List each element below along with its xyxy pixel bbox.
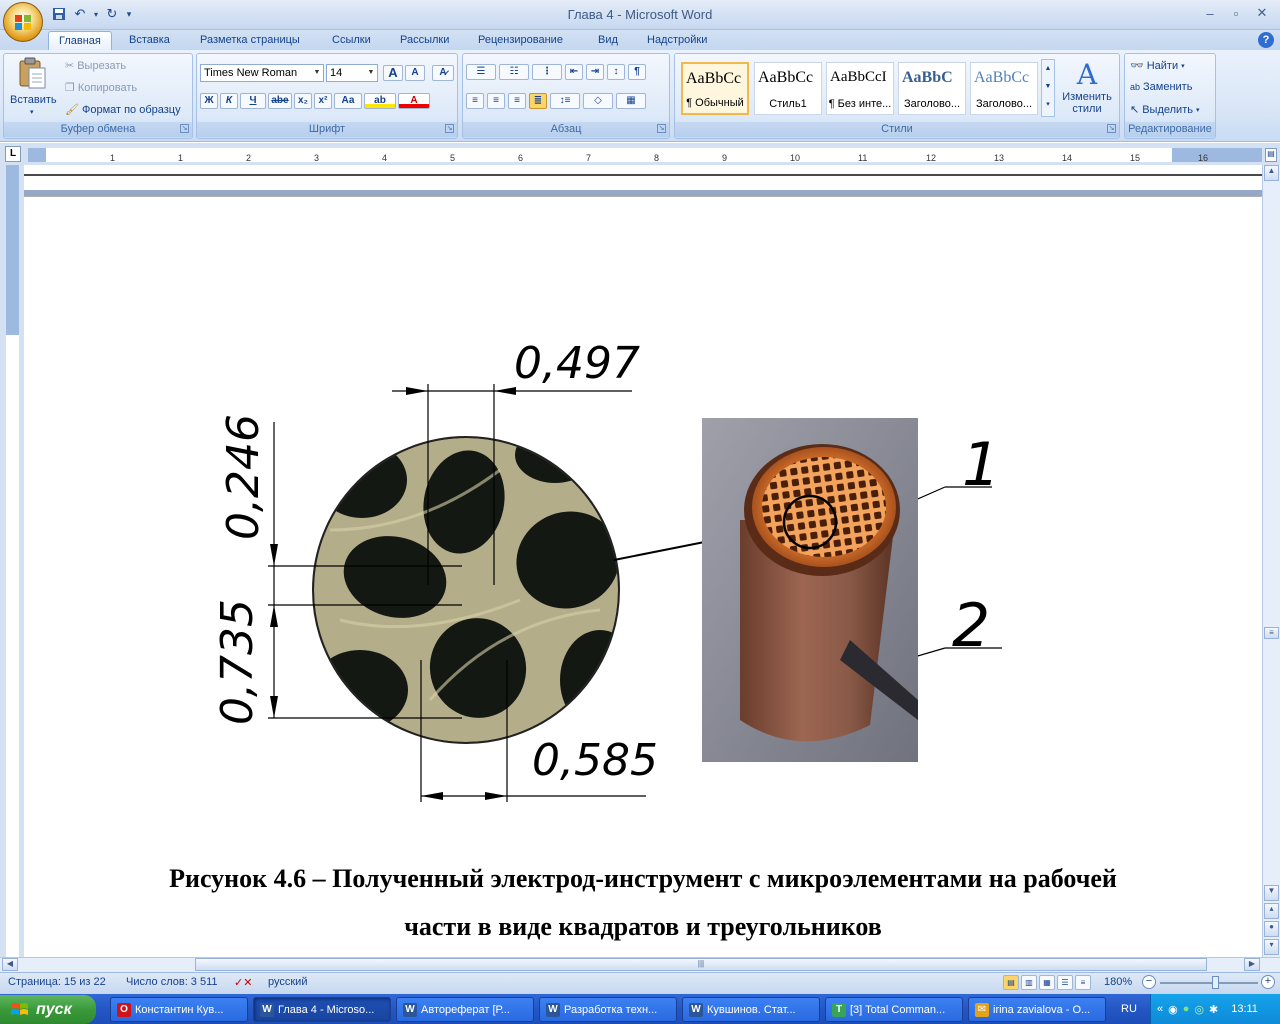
rod-photo xyxy=(702,418,918,762)
figure-caption-line2: части в виде квадратов и треугольников xyxy=(404,912,882,941)
start-button[interactable]: пуск xyxy=(0,995,96,1024)
scroll-thumb[interactable]: ≡ xyxy=(1264,627,1279,639)
hscroll-thumb[interactable]: ||| xyxy=(195,958,1207,971)
zoom-out-icon[interactable]: − xyxy=(1142,975,1156,989)
language-indicator[interactable]: русский xyxy=(268,976,307,988)
dim-bottom: 0,585 xyxy=(532,735,658,786)
scroll-right-icon[interactable]: ▶ xyxy=(1244,958,1260,971)
dim-top: 0,497 xyxy=(514,338,640,389)
zoom-thumb[interactable] xyxy=(1212,976,1219,989)
clock: 13:11 xyxy=(1231,1003,1258,1015)
input-language[interactable]: RU xyxy=(1111,994,1147,1024)
app-icon: T xyxy=(832,1002,846,1017)
zoom-in-icon[interactable]: + xyxy=(1261,975,1275,989)
outline-icon[interactable]: ☰ xyxy=(1057,975,1073,990)
office-logo-icon xyxy=(15,15,31,30)
taskbar-item-label: Глава 4 - Microso... xyxy=(278,1003,375,1016)
vertical-scrollbar[interactable]: ▲ ≡ ▼ ▴ ● ▾ xyxy=(1262,165,1280,957)
browse-object-icon[interactable]: ● xyxy=(1264,921,1279,937)
app-icon: W xyxy=(689,1002,703,1017)
view-buttons: ▤ ▥ ▦ ☰ ≡ xyxy=(1003,975,1091,990)
taskbar-item[interactable]: W Кувшинов. Стат... xyxy=(682,997,820,1022)
dim-left-bottom: 0,735 xyxy=(212,599,263,725)
full-screen-reading-icon[interactable]: ▥ xyxy=(1021,975,1037,990)
spellcheck-icon[interactable]: ✓✕ xyxy=(234,976,252,989)
taskbar-item-label: [3] Total Comman... xyxy=(850,1003,946,1016)
taskbar-item-label: Константин Кув... xyxy=(135,1003,224,1016)
system-tray: « ◉ ● ◎ ✱ 13:11 xyxy=(1150,994,1280,1024)
zoom-slider[interactable] xyxy=(1160,982,1258,984)
scroll-left-icon[interactable]: ◀ xyxy=(2,958,18,971)
taskbar-item-label: irina zavialova - О... xyxy=(993,1003,1091,1016)
next-page-icon[interactable]: ▾ xyxy=(1264,939,1279,955)
draft-icon[interactable]: ≡ xyxy=(1075,975,1091,990)
callout-1: 1 xyxy=(962,430,1000,500)
scroll-down-icon[interactable]: ▼ xyxy=(1264,885,1279,901)
tool-icon[interactable]: ✱ xyxy=(1209,1003,1218,1016)
taskbar-item[interactable]: O Константин Кув... xyxy=(110,997,248,1022)
taskbar-item[interactable]: T [3] Total Comman... xyxy=(825,997,963,1022)
zoom-level[interactable]: 180% xyxy=(1104,976,1132,988)
app-icon: ✉ xyxy=(975,1002,989,1017)
page-indicator[interactable]: Страница: 15 из 22 xyxy=(8,976,106,988)
horizontal-scrollbar[interactable]: ◀ ||| ▶ xyxy=(0,957,1280,972)
windows-flag-icon xyxy=(11,1002,28,1015)
taskbar-item[interactable]: ✉ irina zavialova - О... xyxy=(968,997,1106,1022)
update-icon[interactable]: ◎ xyxy=(1194,1003,1204,1016)
office-button[interactable] xyxy=(3,2,43,42)
web-layout-icon[interactable]: ▦ xyxy=(1039,975,1055,990)
taskbar-item[interactable]: W Глава 4 - Microso... xyxy=(253,997,391,1022)
micro-image xyxy=(312,436,620,744)
taskbar-item-label: Кувшинов. Стат... xyxy=(707,1003,796,1016)
app-icon: W xyxy=(260,1002,274,1017)
prev-page-icon[interactable]: ▴ xyxy=(1264,903,1279,919)
app-icon: W xyxy=(546,1002,560,1017)
figure-caption-line1: Рисунок 4.6 – Полученный электрод-инстру… xyxy=(169,864,1117,893)
callout-2: 2 xyxy=(952,591,990,661)
word-count[interactable]: Число слов: 3 511 xyxy=(126,976,218,988)
taskbar-item-label: Разработка техн... xyxy=(564,1003,658,1016)
app-icon: O xyxy=(117,1002,131,1017)
scroll-up-icon[interactable]: ▲ xyxy=(1264,165,1279,181)
network-icon[interactable]: ◉ xyxy=(1168,1003,1178,1016)
dim-left-top: 0,246 xyxy=(218,414,269,540)
taskbar-item[interactable]: W Разработка техн... xyxy=(539,997,677,1022)
antivirus-icon[interactable]: ● xyxy=(1183,1003,1190,1015)
print-layout-icon[interactable]: ▤ xyxy=(1003,975,1019,990)
app-icon: W xyxy=(403,1002,417,1017)
taskbar-item[interactable]: W Автореферат [Р... xyxy=(396,997,534,1022)
taskbar-item-label: Автореферат [Р... xyxy=(421,1003,510,1016)
tray-arrow-icon[interactable]: « xyxy=(1157,1003,1163,1015)
